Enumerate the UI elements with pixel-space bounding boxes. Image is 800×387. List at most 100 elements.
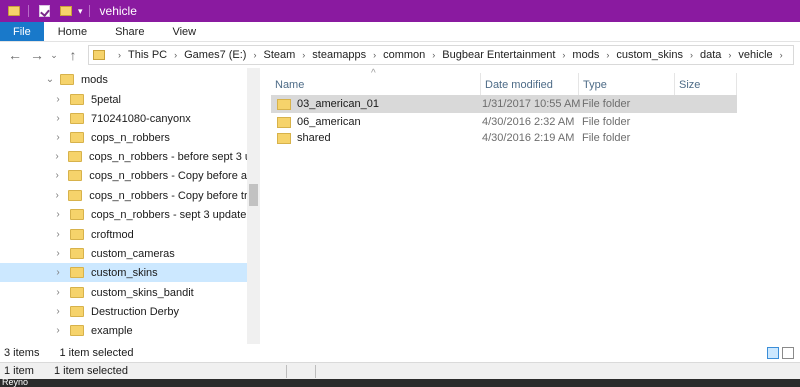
chevron-right-icon[interactable]: › xyxy=(52,267,64,278)
breadcrumb-common[interactable]: common xyxy=(383,49,425,61)
taskbar: Reyno xyxy=(0,377,800,387)
column-header-date-modified[interactable]: Date modified xyxy=(481,73,579,97)
tree-item[interactable]: › cops_n_robbers xyxy=(0,128,247,147)
item-count: 3 items xyxy=(4,347,40,359)
breadcrumb-data[interactable]: data xyxy=(700,49,721,61)
scrollbar-thumb[interactable] xyxy=(249,184,258,206)
file-date: 4/30/2016 2:32 AM xyxy=(482,116,575,128)
taskbar-label[interactable]: Reyno xyxy=(2,377,28,387)
chevron-right-icon[interactable]: › xyxy=(52,306,64,317)
chevron-right-icon[interactable]: › xyxy=(780,50,783,60)
new-folder-icon[interactable] xyxy=(60,6,72,16)
chevron-right-icon[interactable]: › xyxy=(52,229,64,240)
column-header-name[interactable]: Name xyxy=(271,73,481,97)
tree-item-label: 5petal xyxy=(91,93,121,106)
tab-view[interactable]: View xyxy=(158,22,210,41)
tree-item[interactable]: › croftmod xyxy=(0,225,247,244)
chevron-right-icon[interactable]: › xyxy=(52,132,64,143)
up-arrow-icon[interactable]: ↑ xyxy=(64,46,82,64)
breadcrumb-steamapps[interactable]: steamapps xyxy=(312,49,366,61)
column-header-size[interactable]: Size xyxy=(675,73,737,97)
file-date: 4/30/2016 2:19 AM xyxy=(482,132,575,144)
tree-item-label: example xyxy=(91,324,133,337)
chevron-right-icon[interactable]: › xyxy=(606,50,609,60)
chevron-right-icon[interactable]: › xyxy=(373,50,376,60)
folder-icon xyxy=(70,113,84,124)
tree-item-label: custom_skins xyxy=(91,266,158,279)
breadcrumb-mods[interactable]: mods xyxy=(572,49,599,61)
tree-item[interactable]: › custom_skins_bandit xyxy=(0,283,247,302)
forward-arrow-icon[interactable]: → xyxy=(28,46,46,64)
chevron-right-icon: › xyxy=(118,50,121,60)
breadcrumb-drive[interactable]: Games7 (E:) xyxy=(184,49,246,61)
file-date: 1/31/2017 10:55 AM xyxy=(482,98,581,110)
chevron-right-icon[interactable]: › xyxy=(52,209,64,220)
chevron-right-icon[interactable]: › xyxy=(562,50,565,60)
details-view-icon[interactable] xyxy=(767,347,779,359)
tree-item-custom-skins[interactable]: › custom_skins xyxy=(0,263,247,282)
tree-item[interactable]: › cops_n_robbers - Copy before adding xyxy=(0,166,247,185)
tree-item[interactable]: › Destruction Derby xyxy=(0,302,247,321)
tree-item[interactable]: › custom_cameras xyxy=(0,244,247,263)
file-row[interactable]: 03_american_01 1/31/2017 10:55 AM File f… xyxy=(271,95,737,113)
tree-item-label: cops_n_robbers xyxy=(91,131,170,144)
window-title: vehicle xyxy=(99,4,137,18)
chevron-right-icon[interactable]: › xyxy=(52,94,64,105)
tree-item[interactable]: › cops_n_robbers - before sept 3 update xyxy=(0,147,247,166)
selection-count: 1 item selected xyxy=(53,365,128,377)
breadcrumb-bugbear[interactable]: Bugbear Entertainment xyxy=(442,49,555,61)
chevron-right-icon[interactable]: › xyxy=(52,170,62,181)
chevron-right-icon[interactable]: › xyxy=(52,113,64,124)
chevron-right-icon[interactable]: › xyxy=(52,287,64,298)
chevron-right-icon[interactable]: › xyxy=(690,50,693,60)
chevron-right-icon[interactable]: › xyxy=(174,50,177,60)
chevron-right-icon[interactable]: › xyxy=(52,190,62,201)
chevron-down-icon[interactable]: ▾ xyxy=(78,6,83,17)
recent-locations-chevron-icon[interactable]: ⌄ xyxy=(48,46,60,64)
folder-icon xyxy=(70,229,84,240)
back-arrow-icon[interactable]: ← xyxy=(6,46,24,64)
tab-share[interactable]: Share xyxy=(101,22,158,41)
chevron-right-icon[interactable]: › xyxy=(52,151,62,162)
divider xyxy=(286,365,316,378)
breadcrumb-custom-skins[interactable]: custom_skins xyxy=(616,49,683,61)
tree-item-label: cops_n_robbers - Copy before adding xyxy=(89,169,247,182)
file-type: File folder xyxy=(582,132,631,144)
chevron-right-icon[interactable]: › xyxy=(52,248,64,259)
navigation-scrollbar[interactable] xyxy=(247,68,260,344)
chevron-right-icon[interactable]: › xyxy=(728,50,731,60)
address-bar[interactable]: › This PC › Games7 (E:) › Steam › steama… xyxy=(88,45,794,65)
folder-icon xyxy=(70,209,84,220)
folder-icon xyxy=(70,248,84,259)
breadcrumb-vehicle[interactable]: vehicle xyxy=(738,49,772,61)
file-type: File folder xyxy=(582,98,631,110)
tree-item[interactable]: › example xyxy=(0,321,247,340)
tree-item[interactable]: › 5petal xyxy=(0,90,247,109)
chevron-right-icon[interactable]: › xyxy=(302,50,305,60)
chevron-right-icon[interactable]: › xyxy=(432,50,435,60)
chevron-right-icon[interactable]: › xyxy=(52,325,64,336)
tree-item[interactable]: › 710241080-canyonx xyxy=(0,109,247,128)
tree-item-label: cops_n_robbers - Copy before triming xyxy=(89,189,247,202)
tree-item[interactable]: › cops_n_robbers - Copy before triming xyxy=(0,186,247,205)
properties-icon[interactable] xyxy=(39,5,50,17)
breadcrumb-this-pc[interactable]: This PC xyxy=(128,49,167,61)
tab-home[interactable]: Home xyxy=(44,22,101,41)
folder-icon xyxy=(68,151,82,162)
column-header-type[interactable]: Type xyxy=(579,73,675,97)
large-icons-view-icon[interactable] xyxy=(782,347,794,359)
chevron-right-icon[interactable]: › xyxy=(253,50,256,60)
tab-file[interactable]: File xyxy=(0,22,44,41)
folder-icon xyxy=(277,132,291,144)
tree-item[interactable]: › cops_n_robbers - sept 3 update xyxy=(0,205,247,224)
breadcrumb-steam[interactable]: Steam xyxy=(263,49,295,61)
background-window-status-bar: 1 item 1 item selected xyxy=(0,362,800,379)
status-bar: 3 items 1 item selected xyxy=(0,344,800,362)
folder-icon xyxy=(68,190,83,201)
file-name: 03_american_01 xyxy=(297,98,379,110)
file-row[interactable]: shared 4/30/2016 2:19 AM File folder xyxy=(271,129,737,147)
folder-icon xyxy=(93,50,105,60)
title-bar: ▾ vehicle xyxy=(0,0,800,22)
tree-item-mods[interactable]: ⌄ mods xyxy=(0,70,247,89)
chevron-down-icon[interactable]: ⌄ xyxy=(44,74,56,85)
